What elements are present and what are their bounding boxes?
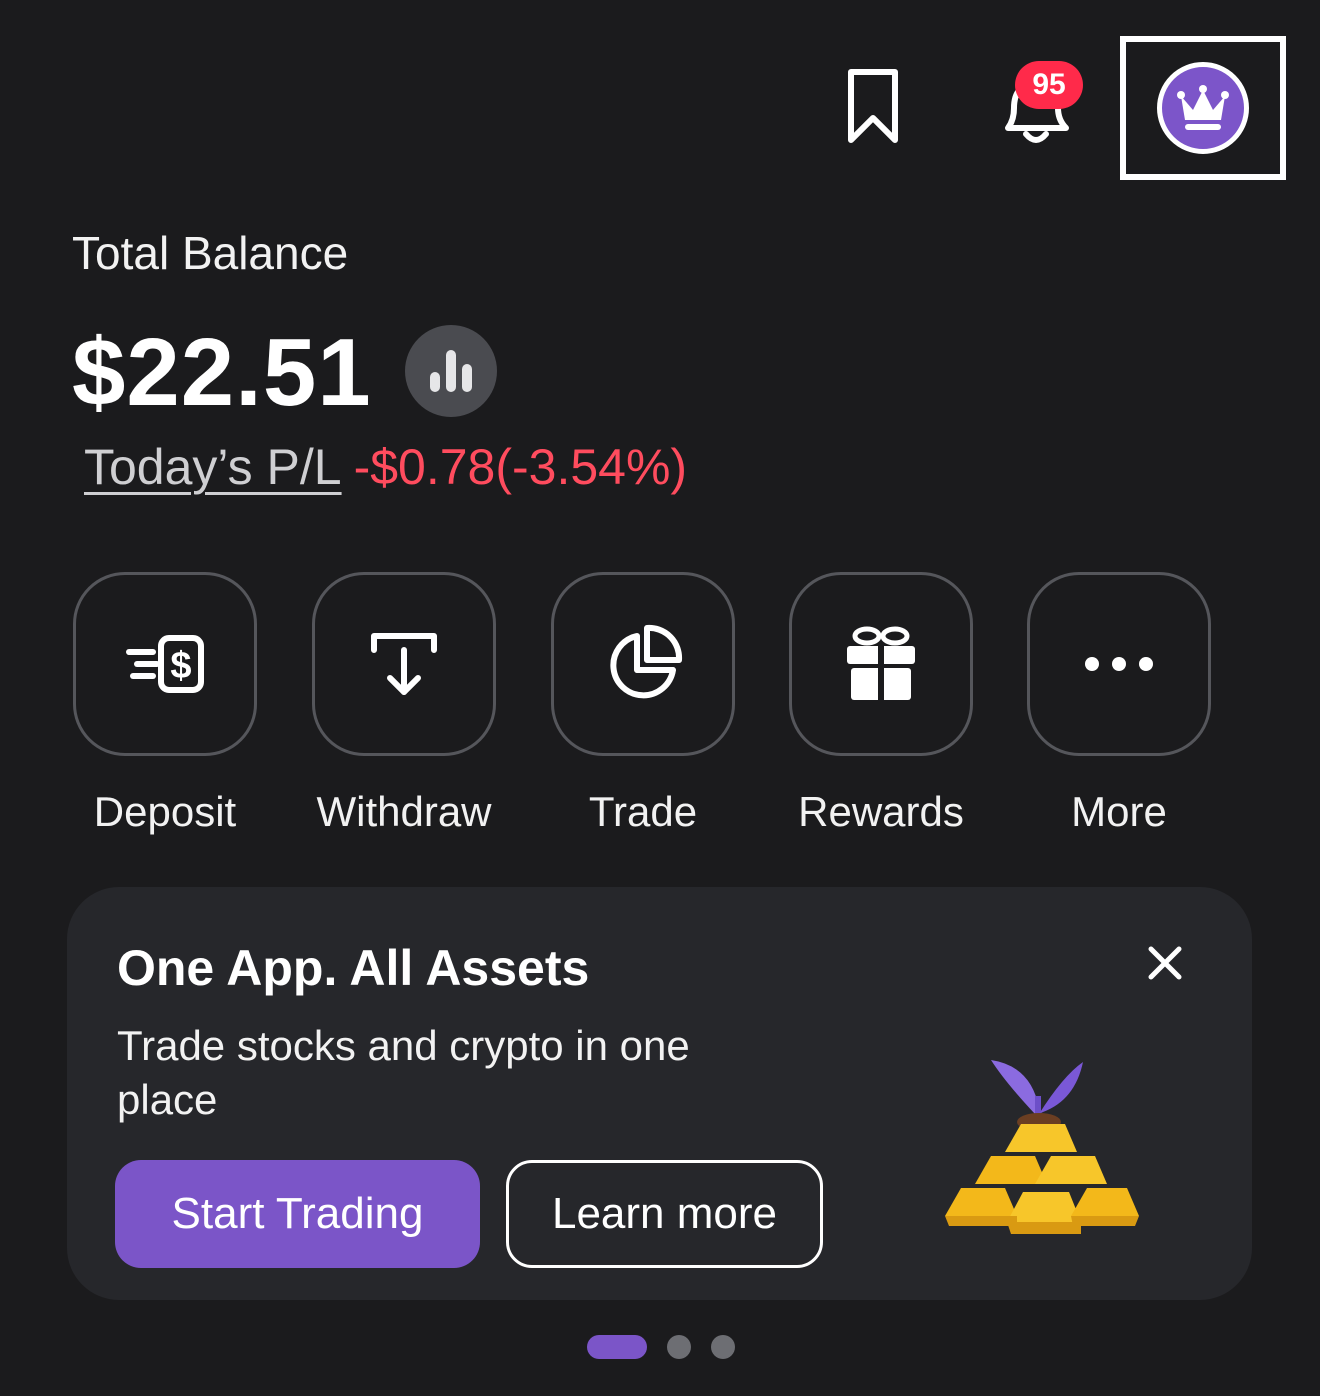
carousel-pager xyxy=(587,1335,735,1359)
profile-avatar-button[interactable] xyxy=(1120,36,1286,180)
bar-chart-icon xyxy=(430,350,472,392)
notification-badge: 95 xyxy=(1015,61,1083,109)
trade-button[interactable] xyxy=(551,572,735,756)
bookmark-button[interactable] xyxy=(838,64,908,148)
withdraw-label: Withdraw xyxy=(316,788,492,835)
more-label: More xyxy=(1071,788,1167,835)
svg-text:$: $ xyxy=(170,645,191,687)
promo-close-button[interactable] xyxy=(1145,943,1185,983)
deposit-icon: $ xyxy=(126,635,204,693)
todays-pl-value: -$0.78(-3.54%) xyxy=(353,439,688,495)
avatar xyxy=(1157,62,1249,154)
gold-bars-sprout-illustration xyxy=(945,1060,1139,1234)
rewards-button[interactable] xyxy=(789,572,973,756)
withdraw-action[interactable]: Withdraw xyxy=(311,572,497,836)
trade-label: Trade xyxy=(588,788,698,835)
more-dots-icon xyxy=(1085,657,1153,671)
deposit-label: Deposit xyxy=(93,788,237,835)
trade-action[interactable]: Trade xyxy=(550,572,736,836)
rewards-action[interactable]: Rewards xyxy=(788,572,974,836)
total-balance-label: Total Balance xyxy=(72,227,349,279)
pager-dot[interactable] xyxy=(711,1335,735,1359)
deposit-action[interactable]: $ Deposit xyxy=(72,572,258,836)
home-screen: 95 Total Balance $22.51 Today’s P/L -$0.… xyxy=(0,0,1320,1396)
todays-pl-row: Today’s P/L -$0.78(-3.54%) xyxy=(84,438,687,496)
pie-chart-icon xyxy=(610,624,683,699)
deposit-button[interactable]: $ xyxy=(73,572,257,756)
more-action[interactable]: More xyxy=(1026,572,1212,836)
more-button[interactable] xyxy=(1027,572,1211,756)
promo-text: Trade stocks and crypto in one place xyxy=(117,1022,690,1123)
learn-more-button[interactable]: Learn more xyxy=(506,1160,823,1268)
rewards-label: Rewards xyxy=(798,788,964,835)
start-trading-button[interactable]: Start Trading xyxy=(115,1160,480,1268)
promo-card: One App. All Assets Trade stocks and cry… xyxy=(67,887,1252,1300)
total-balance-value: $22.51 xyxy=(72,319,372,426)
todays-pl-label[interactable]: Today’s P/L xyxy=(84,438,342,496)
gift-icon xyxy=(847,626,915,702)
balance-chart-button[interactable] xyxy=(405,325,497,417)
withdraw-button[interactable] xyxy=(312,572,496,756)
bookmark-icon xyxy=(848,69,898,143)
withdraw-icon xyxy=(371,633,437,695)
crown-icon xyxy=(1177,85,1229,130)
pager-dot-active[interactable] xyxy=(587,1335,647,1359)
close-icon xyxy=(1148,946,1182,980)
pager-dot[interactable] xyxy=(667,1335,691,1359)
promo-title: One App. All Assets xyxy=(117,940,590,996)
